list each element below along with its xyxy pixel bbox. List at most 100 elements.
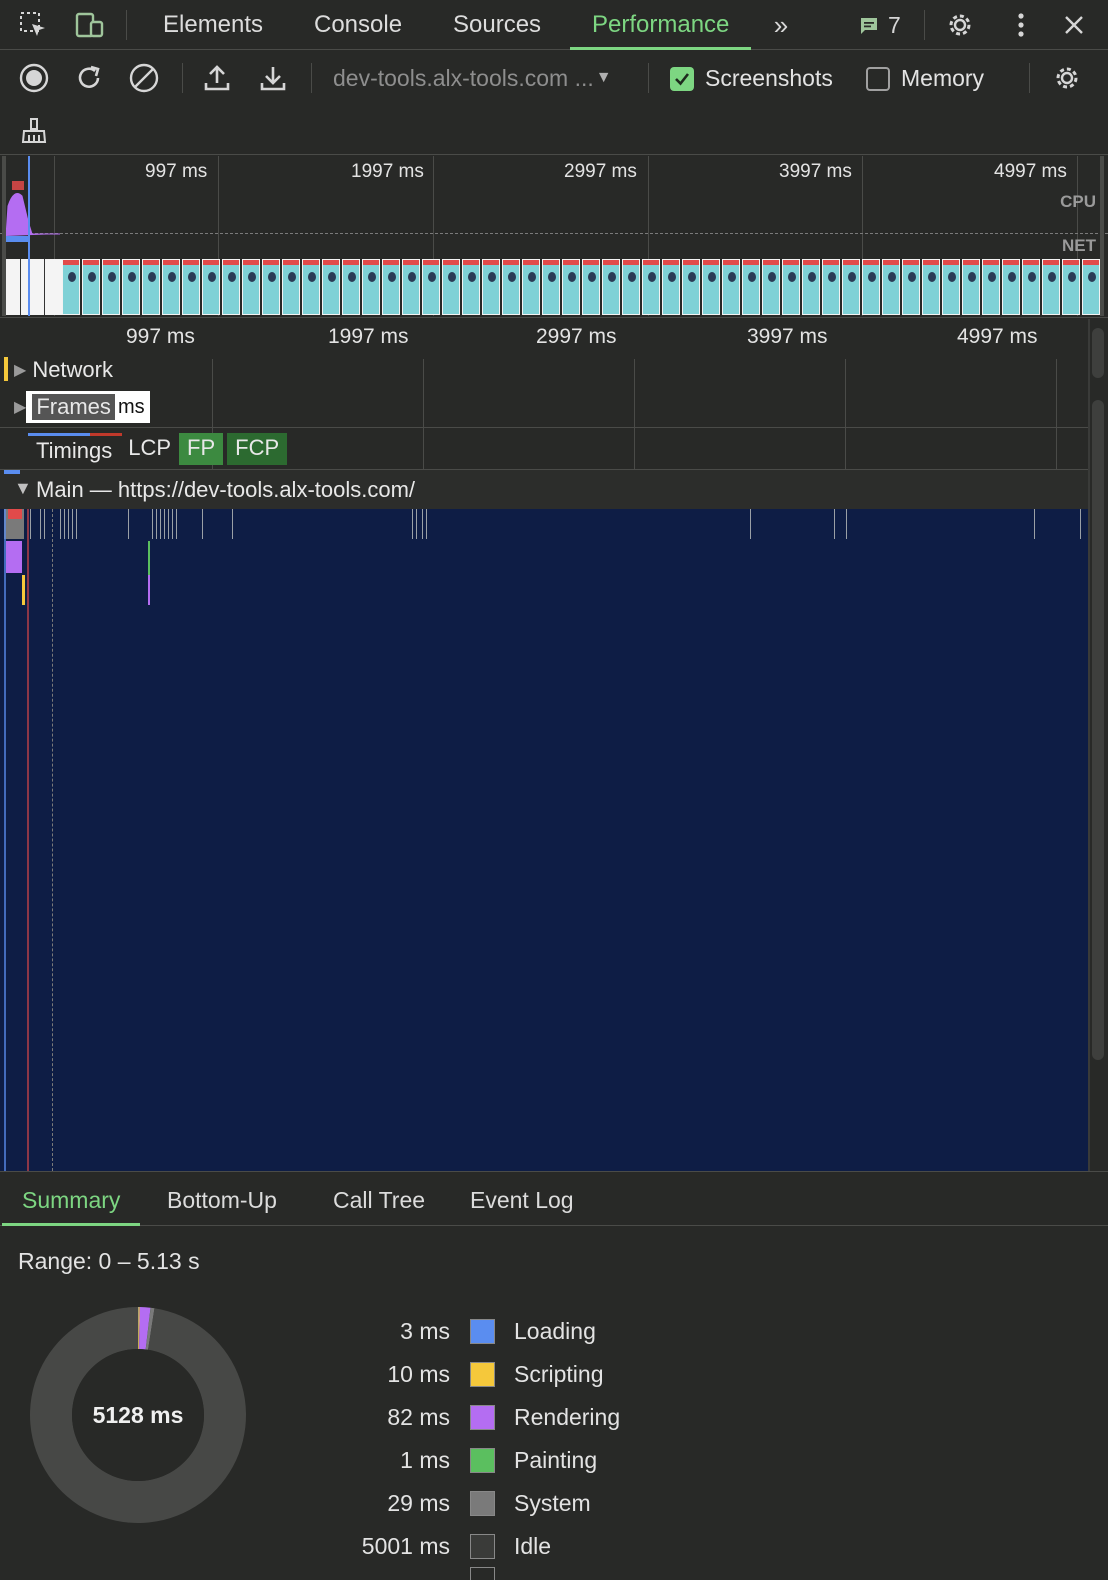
- screenshot-thumbnail[interactable]: [502, 259, 520, 315]
- tab-bottom-up[interactable]: Bottom-Up: [167, 1172, 277, 1226]
- tab-elements[interactable]: Elements: [163, 0, 263, 50]
- expand-arrow-icon[interactable]: ▶: [14, 397, 26, 417]
- devtools-tab-bar: Elements Console Sources Performance » 7: [0, 0, 1108, 50]
- screenshot-thumbnail[interactable]: [802, 259, 820, 315]
- screenshots-checkbox[interactable]: Screenshots: [670, 65, 833, 92]
- device-toolbar-icon[interactable]: [72, 8, 106, 42]
- screenshot-thumbnail[interactable]: [842, 259, 860, 315]
- vertical-scrollbar[interactable]: [1090, 320, 1108, 1170]
- settings-gear-icon[interactable]: [943, 8, 977, 42]
- flame-rendering: [148, 575, 150, 605]
- task-tick: [164, 509, 165, 539]
- screenshot-thumbnail[interactable]: [302, 259, 320, 315]
- tab-call-tree[interactable]: Call Tree: [333, 1172, 425, 1226]
- checkbox-unchecked-icon[interactable]: [866, 66, 890, 91]
- task-tick: [64, 509, 65, 539]
- inspect-element-icon[interactable]: [16, 8, 50, 42]
- expand-arrow-icon[interactable]: ▶: [14, 360, 26, 380]
- screenshot-thumbnail[interactable]: [322, 259, 340, 315]
- screenshot-thumbnail[interactable]: [662, 259, 680, 315]
- scrollbar-thumb[interactable]: [1092, 400, 1104, 1060]
- screenshot-thumbnail[interactable]: [282, 259, 300, 315]
- screenshot-thumbnail[interactable]: [102, 259, 120, 315]
- screenshot-thumbnail[interactable]: [1042, 259, 1060, 315]
- fcp-marker[interactable]: FCP: [227, 433, 288, 465]
- more-options-icon[interactable]: [1004, 8, 1038, 42]
- track-frames[interactable]: ▶ Frames: [14, 394, 115, 420]
- screenshot-thumbnail[interactable]: [682, 259, 700, 315]
- download-icon[interactable]: [256, 61, 290, 95]
- screenshot-thumbnail[interactable]: [822, 259, 840, 315]
- checkbox-checked-icon[interactable]: [670, 66, 694, 91]
- screenshot-thumbnail[interactable]: [182, 259, 200, 315]
- tab-event-log[interactable]: Event Log: [470, 1172, 574, 1226]
- capture-settings-gear-icon[interactable]: [1050, 61, 1084, 95]
- screenshot-thumbnail[interactable]: [142, 259, 160, 315]
- screenshot-thumbnail[interactable]: [402, 259, 420, 315]
- tab-console[interactable]: Console: [314, 0, 402, 50]
- screenshot-thumbnail[interactable]: [702, 259, 720, 315]
- screenshot-thumbnail[interactable]: [62, 259, 80, 315]
- screenshot-thumbnail[interactable]: [882, 259, 900, 315]
- screenshot-thumbnail[interactable]: [242, 259, 260, 315]
- screenshot-thumbnail[interactable]: [1082, 259, 1100, 315]
- screenshot-thumbnail[interactable]: [602, 259, 620, 315]
- upload-icon[interactable]: [200, 61, 234, 95]
- screenshot-thumbnail[interactable]: [962, 259, 980, 315]
- screenshot-thumbnail[interactable]: [922, 259, 940, 315]
- screenshot-thumbnail[interactable]: [1062, 259, 1080, 315]
- screenshot-thumbnail[interactable]: [902, 259, 920, 315]
- screenshot-thumbnail[interactable]: [82, 259, 100, 315]
- screenshot-thumbnail[interactable]: [622, 259, 640, 315]
- screenshot-thumbnail[interactable]: [782, 259, 800, 315]
- screenshot-thumbnail[interactable]: [722, 259, 740, 315]
- main-track-header[interactable]: ▼ Main — https://dev-tools.alx-tools.com…: [0, 470, 1090, 509]
- screenshot-thumbnail[interactable]: [222, 259, 240, 315]
- screenshot-thumbnail[interactable]: [642, 259, 660, 315]
- screenshot-thumbnail[interactable]: [1002, 259, 1020, 315]
- clear-icon[interactable]: [127, 61, 161, 95]
- screenshot-thumbnail[interactable]: [562, 259, 580, 315]
- screenshot-thumbnail[interactable]: [582, 259, 600, 315]
- screenshot-thumbnail[interactable]: [382, 259, 400, 315]
- tab-summary[interactable]: Summary: [2, 1172, 141, 1226]
- screenshot-thumbnail[interactable]: [342, 259, 360, 315]
- screenshot-thumbnail[interactable]: [362, 259, 380, 315]
- screenshot-thumbnail[interactable]: [522, 259, 540, 315]
- screenshot-thumbnail[interactable]: [422, 259, 440, 315]
- tab-performance[interactable]: Performance: [570, 0, 752, 50]
- memory-checkbox[interactable]: Memory: [866, 65, 984, 92]
- track-timings[interactable]: Timings LCP FP FCP: [28, 433, 288, 465]
- screenshot-thumbnail[interactable]: [442, 259, 460, 315]
- garbage-collect-broom-icon[interactable]: [17, 114, 51, 148]
- main-thread-flame-chart[interactable]: [0, 509, 1088, 1171]
- screenshot-thumbnail[interactable]: [742, 259, 760, 315]
- record-icon[interactable]: [17, 61, 51, 95]
- timeline-tracks[interactable]: 997 ms 1997 ms 2997 ms 3997 ms 4997 ms ▶…: [0, 319, 1090, 1171]
- screenshot-thumbnail[interactable]: [202, 259, 220, 315]
- screenshot-thumbnail[interactable]: [542, 259, 560, 315]
- screenshot-thumbnail[interactable]: [162, 259, 180, 315]
- screenshot-thumbnail[interactable]: [482, 259, 500, 315]
- screenshot-thumbnail[interactable]: [122, 259, 140, 315]
- screenshot-thumbnail[interactable]: [982, 259, 1000, 315]
- screenshot-thumbnail[interactable]: [1022, 259, 1040, 315]
- fp-marker[interactable]: FP: [179, 433, 224, 465]
- tab-sources[interactable]: Sources: [453, 0, 541, 50]
- close-icon[interactable]: [1057, 8, 1091, 42]
- reload-record-icon[interactable]: [72, 61, 106, 95]
- overview-right-handle[interactable]: [1100, 156, 1104, 316]
- screenshot-thumbnail[interactable]: [262, 259, 280, 315]
- more-tabs-icon[interactable]: »: [764, 8, 798, 42]
- screenshot-thumbnail[interactable]: [942, 259, 960, 315]
- track-network[interactable]: ▶ Network: [14, 357, 113, 383]
- screenshot-thumbnail[interactable]: [762, 259, 780, 315]
- screenshot-thumbnail[interactable]: [862, 259, 880, 315]
- issues-counter[interactable]: 7: [858, 12, 901, 39]
- collapse-arrow-icon[interactable]: ▼: [14, 478, 32, 499]
- url-select[interactable]: dev-tools.alx-tools.com ... ▼: [333, 63, 612, 93]
- screenshot-thumbnail[interactable]: [462, 259, 480, 315]
- lcp-marker[interactable]: LCP: [120, 433, 179, 465]
- scrollbar-thumb[interactable]: [1092, 328, 1104, 378]
- timeline-overview[interactable]: 997 ms 1997 ms 2997 ms 3997 ms 4997 ms C…: [0, 156, 1108, 318]
